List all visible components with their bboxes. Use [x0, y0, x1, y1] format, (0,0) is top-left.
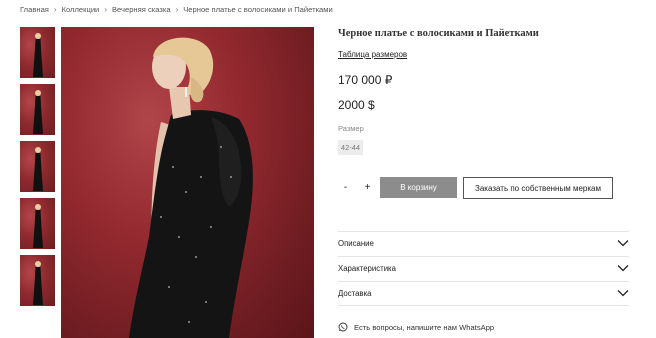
breadcrumb-separator: › [175, 4, 179, 14]
thumbnail-3[interactable] [20, 141, 55, 192]
thumbnail-4[interactable] [20, 198, 55, 249]
quantity-increase-button[interactable]: + [360, 178, 375, 196]
model-figure [35, 261, 41, 267]
size-table-link[interactable]: Таблица размеров [338, 50, 407, 59]
model-illustration [129, 37, 253, 338]
dress-figure [33, 210, 43, 248]
dress-figure [33, 267, 43, 305]
accordion-description[interactable]: Описание [338, 233, 629, 253]
model-figure [35, 33, 41, 39]
chevron-down-icon [617, 290, 629, 297]
breadcrumb-home[interactable]: Главная [20, 5, 49, 14]
accordion-delivery[interactable]: Доставка [338, 283, 629, 303]
dress-figure [33, 39, 43, 77]
size-label: Размер [338, 124, 364, 133]
model-figure [35, 204, 41, 210]
breadcrumb-current: Черное платье с волосиками и Пайетками [183, 4, 333, 14]
thumbnail-2[interactable] [20, 84, 55, 135]
model-figure [35, 90, 41, 96]
dress-figure [33, 153, 43, 191]
custom-order-button[interactable]: Заказать по собственным меркам [463, 177, 613, 199]
thumbnail-5[interactable] [20, 255, 55, 306]
breadcrumb-collection[interactable]: Вечерняя сказка [112, 5, 171, 14]
breadcrumb-separator: › [104, 4, 107, 14]
divider [338, 305, 629, 306]
divider [338, 231, 629, 232]
add-to-cart-button[interactable]: В корзину [380, 177, 457, 198]
dress-figure [33, 96, 43, 134]
main-product-image[interactable] [61, 27, 314, 338]
product-title: Черное платье с волосиками и Пайетками [338, 28, 539, 39]
model-figure [35, 147, 41, 153]
price-usd: 2000 $ [338, 98, 375, 112]
divider [338, 256, 629, 257]
chevron-down-icon [617, 265, 629, 272]
size-option-42-44[interactable]: 42-44 [338, 140, 363, 155]
breadcrumb: Главная › Коллекции › Вечерняя сказка › … [20, 3, 333, 15]
whatsapp-icon [338, 322, 348, 332]
chevron-down-icon [617, 240, 629, 247]
breadcrumb-separator: › [53, 4, 57, 14]
accordion-characteristics[interactable]: Характеристика [338, 258, 629, 278]
accordion-label: Описание [338, 238, 374, 248]
accordion-label: Доставка [338, 288, 372, 298]
accordion-label: Характеристика [338, 263, 396, 273]
thumbnail-1[interactable] [20, 27, 55, 78]
breadcrumb-collections[interactable]: Коллекции [62, 5, 100, 14]
whatsapp-text: Есть вопросы, напишите нам WhatsApp [354, 322, 495, 332]
whatsapp-contact-link[interactable]: Есть вопросы, напишите нам WhatsApp [338, 320, 494, 334]
price-rub: 170 000 ₽ [338, 73, 393, 87]
quantity-decrease-button[interactable]: - [338, 178, 353, 196]
divider [338, 281, 629, 282]
